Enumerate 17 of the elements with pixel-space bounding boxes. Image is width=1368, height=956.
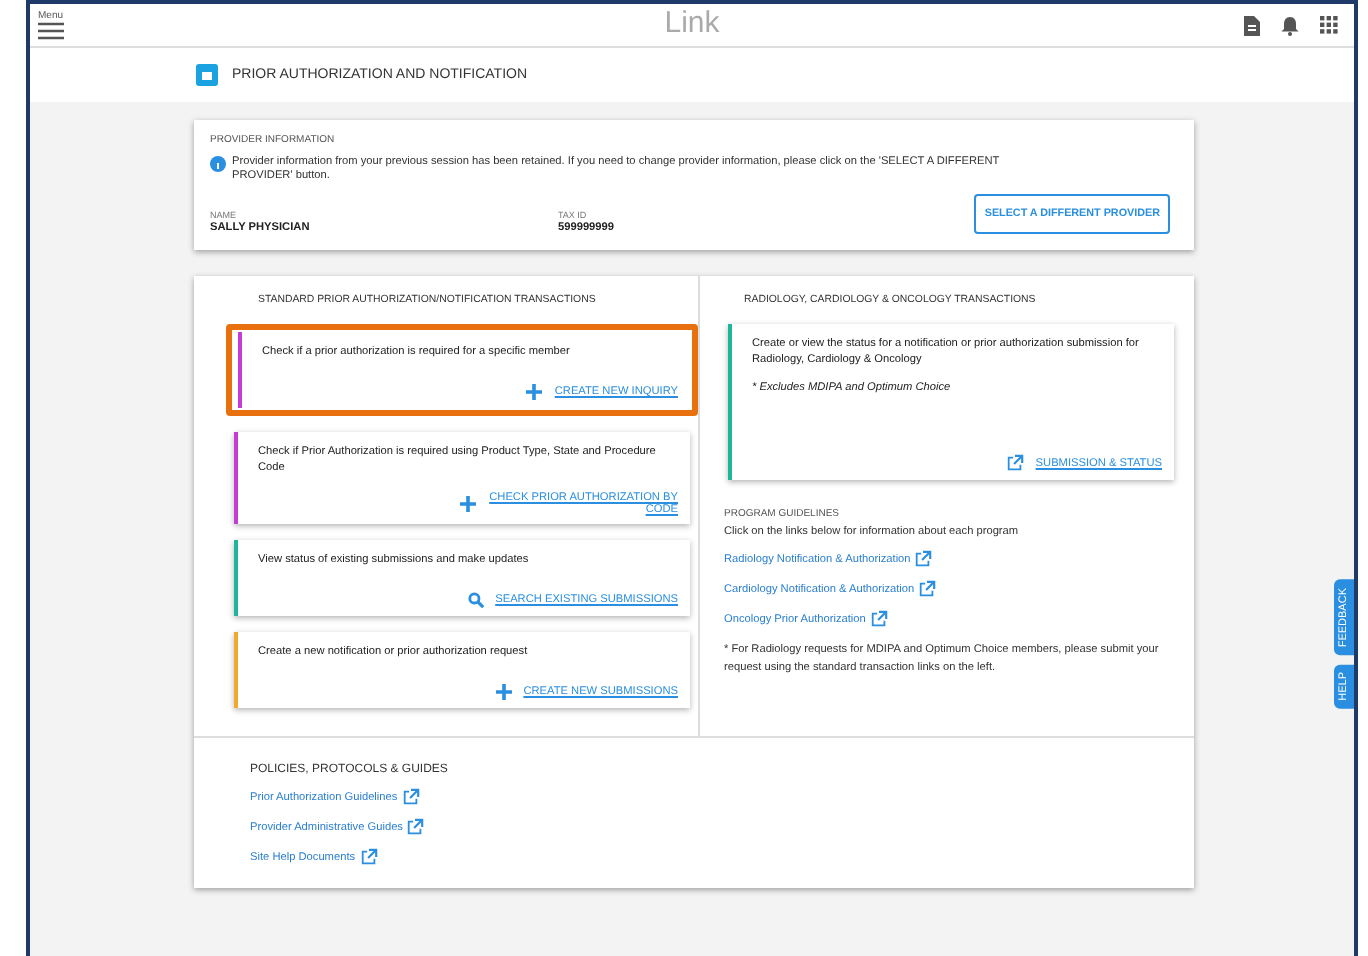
external-link-icon xyxy=(359,848,378,866)
bell-icon[interactable] xyxy=(1280,15,1300,35)
external-link-icon xyxy=(914,550,933,568)
logo[interactable]: Link xyxy=(664,6,720,40)
external-link-icon xyxy=(401,788,420,806)
external-link-icon xyxy=(406,818,425,836)
info-icon xyxy=(210,156,226,172)
plus-icon xyxy=(495,684,512,700)
plus-icon xyxy=(460,496,476,512)
search-icon xyxy=(467,592,484,608)
plus-icon xyxy=(526,384,543,400)
document-icon[interactable] xyxy=(1244,15,1260,35)
apps-grid-icon[interactable] xyxy=(1320,16,1338,34)
menu-icon[interactable] xyxy=(38,22,64,40)
external-link-icon xyxy=(869,610,888,628)
external-link-icon xyxy=(1005,454,1024,472)
external-link-icon xyxy=(918,580,937,598)
